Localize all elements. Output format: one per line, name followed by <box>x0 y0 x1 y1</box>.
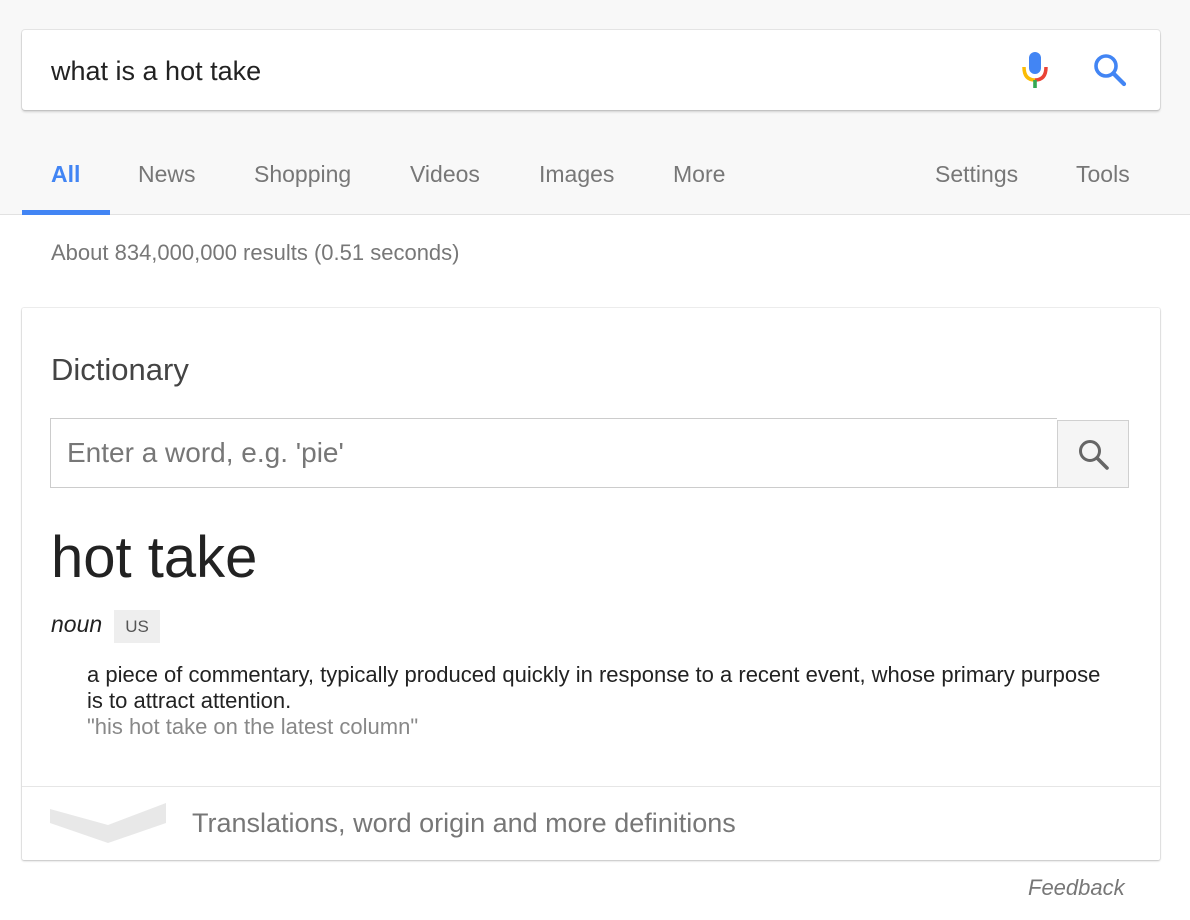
search-tabs: All News Shopping Videos Images More Set… <box>0 140 1190 215</box>
tab-shopping[interactable]: Shopping <box>254 160 351 188</box>
more-definitions-label: Translations, word origin and more defin… <box>192 808 736 838</box>
active-tab-indicator <box>22 210 110 215</box>
result-stats: About 834,000,000 results (0.51 seconds) <box>51 240 460 265</box>
more-definitions-toggle[interactable]: Translations, word origin and more defin… <box>22 787 1160 860</box>
tab-images[interactable]: Images <box>539 160 614 188</box>
search-bar[interactable]: what is a hot take <box>22 30 1160 110</box>
tab-news[interactable]: News <box>138 160 196 188</box>
feedback-link[interactable]: Feedback <box>1028 875 1125 901</box>
example-sentence: "his hot take on the latest column" <box>87 714 419 739</box>
headword: hot take <box>51 525 258 590</box>
tab-videos[interactable]: Videos <box>410 160 480 188</box>
dictionary-search-button[interactable] <box>1057 420 1129 488</box>
microphone-icon[interactable] <box>1020 50 1050 90</box>
dictionary-card: Dictionary hot take noun US a piece of c… <box>22 308 1160 860</box>
tab-all[interactable]: All <box>51 160 80 188</box>
search-query-text[interactable]: what is a hot take <box>51 54 261 88</box>
tab-settings[interactable]: Settings <box>935 160 1018 188</box>
tab-more[interactable]: More <box>673 160 725 188</box>
tab-tools[interactable]: Tools <box>1076 160 1130 188</box>
dictionary-search-input[interactable] <box>50 418 1057 488</box>
search-icon[interactable] <box>1092 52 1128 88</box>
region-badge: US <box>114 610 160 643</box>
chevron-down-icon <box>50 803 166 850</box>
search-icon <box>1079 440 1109 470</box>
definition-text: a piece of commentary, typically produce… <box>87 662 1101 713</box>
dictionary-title: Dictionary <box>51 352 189 387</box>
part-of-speech: noun <box>51 611 103 637</box>
